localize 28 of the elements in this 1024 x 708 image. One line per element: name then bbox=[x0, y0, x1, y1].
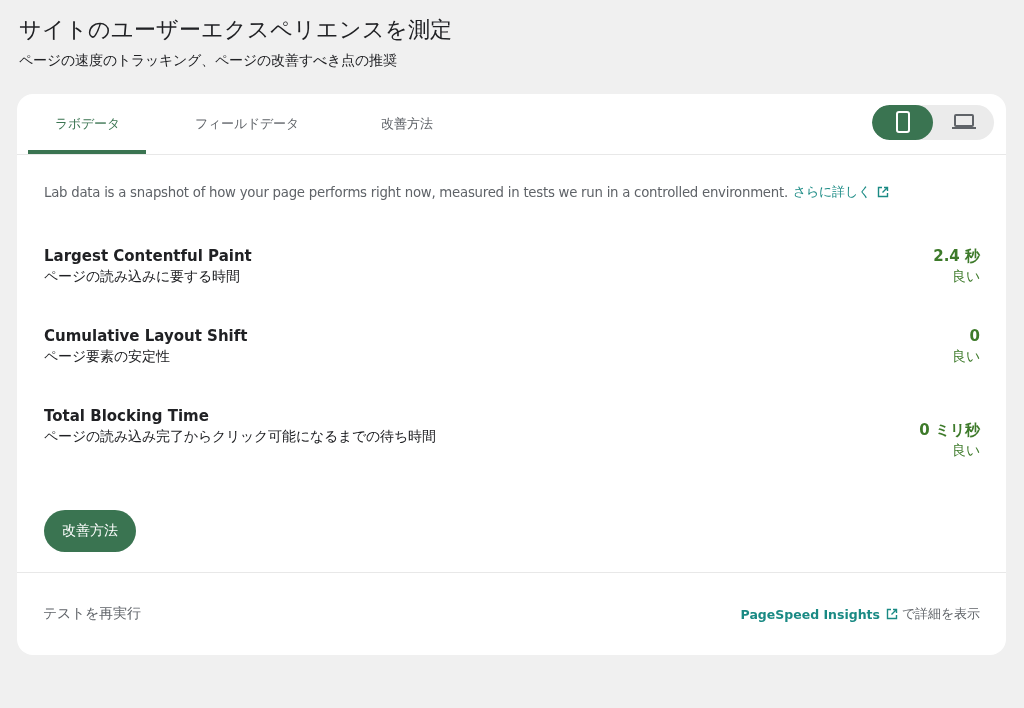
metric-name: Largest Contentful Paint bbox=[44, 246, 252, 266]
rerun-link[interactable]: テストを再実行 bbox=[43, 605, 141, 623]
phone-icon bbox=[895, 111, 910, 133]
page-title: サイトのユーザーエクスペリエンスを測定 bbox=[19, 16, 453, 44]
metric-name: Cumulative Layout Shift bbox=[44, 326, 248, 346]
device-button[interactable] bbox=[872, 104, 933, 140]
laptop-icon bbox=[951, 114, 976, 130]
footer-text: で詳細を表示 bbox=[902, 605, 980, 623]
description-text: Lab data is a snapshot of how your page performs right now, measured in tests we run in a controlled environment. bbox=[44, 184, 788, 200]
tab[interactable]: 改善方法 bbox=[348, 94, 466, 154]
tab[interactable]: ラボデータ bbox=[28, 94, 146, 154]
metric-rating: 良い bbox=[951, 441, 980, 460]
pagespeed-link[interactable]: PageSpeed Insights bbox=[740, 606, 880, 622]
metric-description: ページ要素の安定性 bbox=[44, 347, 171, 366]
external-link-icon bbox=[886, 608, 898, 620]
metric-description: ページの読み込み完了からクリック可能になるまでの待ち時間 bbox=[44, 427, 436, 446]
metric-description: ページの読み込みに要する時間 bbox=[44, 267, 241, 286]
metric-value: 2.4 秒 bbox=[933, 246, 980, 266]
metric-rating: 良い bbox=[951, 267, 980, 286]
metric-name: Total Blocking Time bbox=[44, 406, 210, 426]
external-link-icon bbox=[876, 186, 889, 198]
metric-rating: 良い bbox=[952, 347, 980, 366]
metric-value: 0 bbox=[968, 326, 980, 346]
tab[interactable]: フィールドデータ bbox=[188, 94, 306, 154]
improve-button[interactable]: 改善方法 bbox=[44, 510, 136, 552]
metric-value: 0 ミリ秒 bbox=[919, 420, 980, 440]
page-subtitle: ページの速度のトラッキング、ページの改善すべき点の推奨 bbox=[19, 51, 398, 70]
learn-more-link[interactable]: さらに詳しく bbox=[792, 183, 871, 201]
